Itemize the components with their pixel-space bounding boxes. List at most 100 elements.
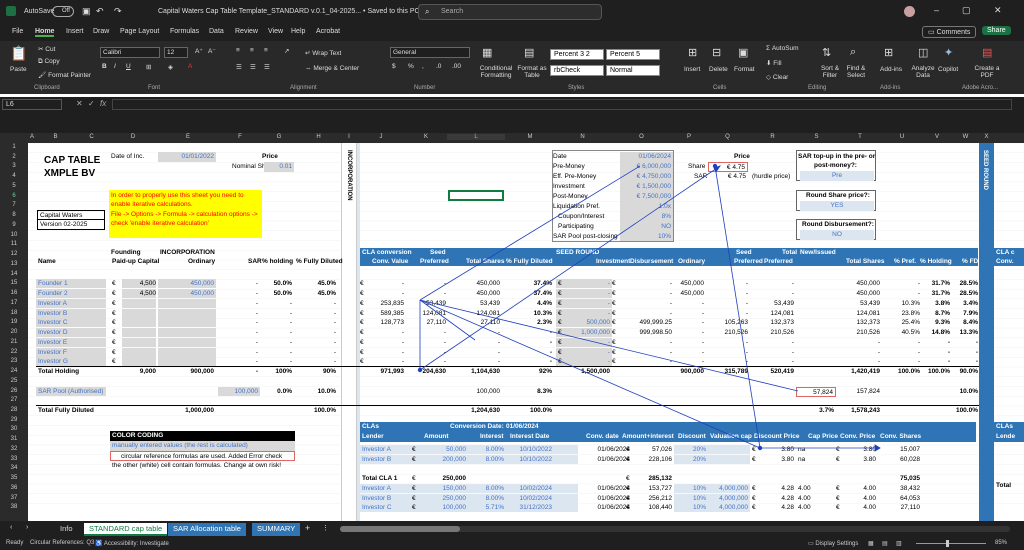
row-header[interactable]: 14 <box>0 271 28 277</box>
row-header[interactable]: 21 <box>0 339 28 345</box>
bold-icon[interactable]: B <box>102 63 107 70</box>
create-pdf-icon[interactable]: ▤ <box>982 46 992 59</box>
style-normal[interactable]: Normal <box>606 65 660 76</box>
row-header[interactable]: 28 <box>0 407 28 413</box>
prev-sheet-icon[interactable]: ‹ <box>10 524 12 531</box>
column-header[interactable]: G <box>262 134 296 140</box>
menu-review[interactable]: Review <box>235 28 258 35</box>
decrease-decimal-icon[interactable]: .00 <box>452 63 461 70</box>
find-select-button[interactable]: Find & Select <box>844 65 868 79</box>
borders-icon[interactable]: ⊞ <box>146 63 151 71</box>
font-color-icon[interactable]: A <box>188 63 192 70</box>
avatar[interactable] <box>904 6 915 17</box>
name-box[interactable]: L6 <box>2 99 62 110</box>
conditional-formatting-button[interactable]: Conditional Formatting <box>474 65 518 79</box>
currency-icon[interactable]: $ <box>392 63 396 70</box>
column-header[interactable]: F <box>218 134 262 140</box>
orientation-icon[interactable]: ↗ <box>284 47 289 55</box>
row-header[interactable]: 31 <box>0 436 28 442</box>
status-accessibility[interactable]: ♿ Accessibility: Investigate <box>95 540 169 547</box>
column-header[interactable]: U <box>882 134 922 140</box>
column-header[interactable]: R <box>750 134 795 140</box>
row-header[interactable]: 24 <box>0 368 28 374</box>
grow-font-icon[interactable]: A⁺ <box>195 47 203 55</box>
copy-button[interactable]: ⧉ Copy <box>38 58 60 66</box>
row-header[interactable]: 3 <box>0 163 28 169</box>
column-header[interactable]: N <box>555 134 610 140</box>
row-header[interactable]: 16 <box>0 290 28 296</box>
copilot-button[interactable]: Copilot <box>938 66 958 73</box>
more-sheets-icon[interactable]: ⋮ <box>322 524 329 532</box>
row-header[interactable]: 6 <box>0 193 28 199</box>
column-header[interactable]: P <box>673 134 705 140</box>
menu-draw[interactable]: Draw <box>93 28 109 35</box>
column-header[interactable]: I <box>341 134 357 140</box>
row-header[interactable]: 20 <box>0 329 28 335</box>
clear-button[interactable]: ◇ Clear <box>766 73 788 81</box>
insert-cells-icon[interactable]: ⊞ <box>688 46 697 59</box>
menu-help[interactable]: Help <box>291 28 305 35</box>
row-header[interactable]: 29 <box>0 417 28 423</box>
row-header[interactable]: 22 <box>0 349 28 355</box>
copilot-icon[interactable]: ✦ <box>944 46 953 59</box>
menu-data[interactable]: Data <box>209 28 224 35</box>
maximize-icon[interactable]: ▢ <box>962 5 971 16</box>
search-box[interactable]: ⌕ Search <box>418 4 602 20</box>
row-header[interactable]: 7 <box>0 202 28 208</box>
menu-acrobat[interactable]: Acrobat <box>316 28 340 35</box>
spreadsheet-grid[interactable] <box>0 133 1024 521</box>
row-header[interactable]: 23 <box>0 358 28 364</box>
column-header[interactable]: B <box>36 134 75 140</box>
row-header[interactable]: 35 <box>0 475 28 481</box>
row-header[interactable]: 1 <box>0 144 28 150</box>
row-header[interactable]: 36 <box>0 485 28 491</box>
column-header[interactable]: V <box>922 134 952 140</box>
style-rbcheck[interactable]: rbCheck <box>550 65 604 76</box>
fx-icon[interactable]: fx <box>100 99 106 108</box>
normal-view-icon[interactable]: ▦ <box>868 540 874 547</box>
row-header[interactable]: 15 <box>0 280 28 286</box>
italic-icon[interactable]: I <box>114 63 116 70</box>
create-pdf-button[interactable]: Create a PDF <box>972 65 1002 79</box>
zoom-slider-thumb[interactable] <box>946 540 949 547</box>
row-header[interactable]: 30 <box>0 426 28 432</box>
column-header[interactable]: L <box>447 134 505 140</box>
menu-view[interactable]: View <box>268 28 283 35</box>
comments-button[interactable]: ▭ Comments <box>922 26 977 38</box>
format-cells-icon[interactable]: ▣ <box>738 46 748 59</box>
sort-filter-icon[interactable]: ⇅ <box>822 46 831 59</box>
tab-info[interactable]: Info <box>55 523 78 536</box>
increase-decimal-icon[interactable]: .0 <box>436 63 441 70</box>
status-circular-references[interactable]: Circular References: Q3 <box>30 540 94 546</box>
insert-cells-button[interactable]: Insert <box>684 66 700 73</box>
column-header[interactable]: M <box>505 134 555 140</box>
paste-button[interactable]: Paste <box>10 66 27 73</box>
cancel-icon[interactable]: ✕ <box>76 99 83 108</box>
align-bottom-icon[interactable]: ≡ <box>264 47 268 54</box>
row-header[interactable]: 37 <box>0 495 28 501</box>
analyze-data-icon[interactable]: ◫ <box>918 46 928 59</box>
scroll-thumb[interactable] <box>340 526 460 532</box>
minimize-icon[interactable]: – <box>934 5 939 15</box>
analyze-data-button[interactable]: Analyze Data <box>910 65 936 79</box>
column-header[interactable]: S <box>795 134 838 140</box>
shrink-font-icon[interactable]: A⁻ <box>208 47 216 55</box>
align-center-icon[interactable]: ☰ <box>250 63 256 71</box>
row-header[interactable]: 33 <box>0 456 28 462</box>
formula-input[interactable] <box>112 99 1012 110</box>
column-header[interactable]: C <box>75 134 108 140</box>
format-painter-button[interactable]: 🖌 Format Painter <box>38 71 91 79</box>
row-header[interactable]: 26 <box>0 388 28 394</box>
row-header[interactable]: 12 <box>0 251 28 257</box>
display-settings[interactable]: ▭ Display Settings <box>808 540 858 547</box>
row-header[interactable]: 8 <box>0 212 28 218</box>
column-header[interactable]: Q <box>705 134 750 140</box>
row-header[interactable]: 11 <box>0 241 28 247</box>
row-header[interactable]: 27 <box>0 397 28 403</box>
font-size-select[interactable]: 12 <box>164 47 188 58</box>
autosave-toggle[interactable]: Off <box>52 6 74 17</box>
column-header[interactable]: H <box>296 134 341 140</box>
number-format-select[interactable]: General <box>390 47 470 58</box>
column-header[interactable]: E <box>158 134 218 140</box>
row-header[interactable]: 34 <box>0 465 28 471</box>
